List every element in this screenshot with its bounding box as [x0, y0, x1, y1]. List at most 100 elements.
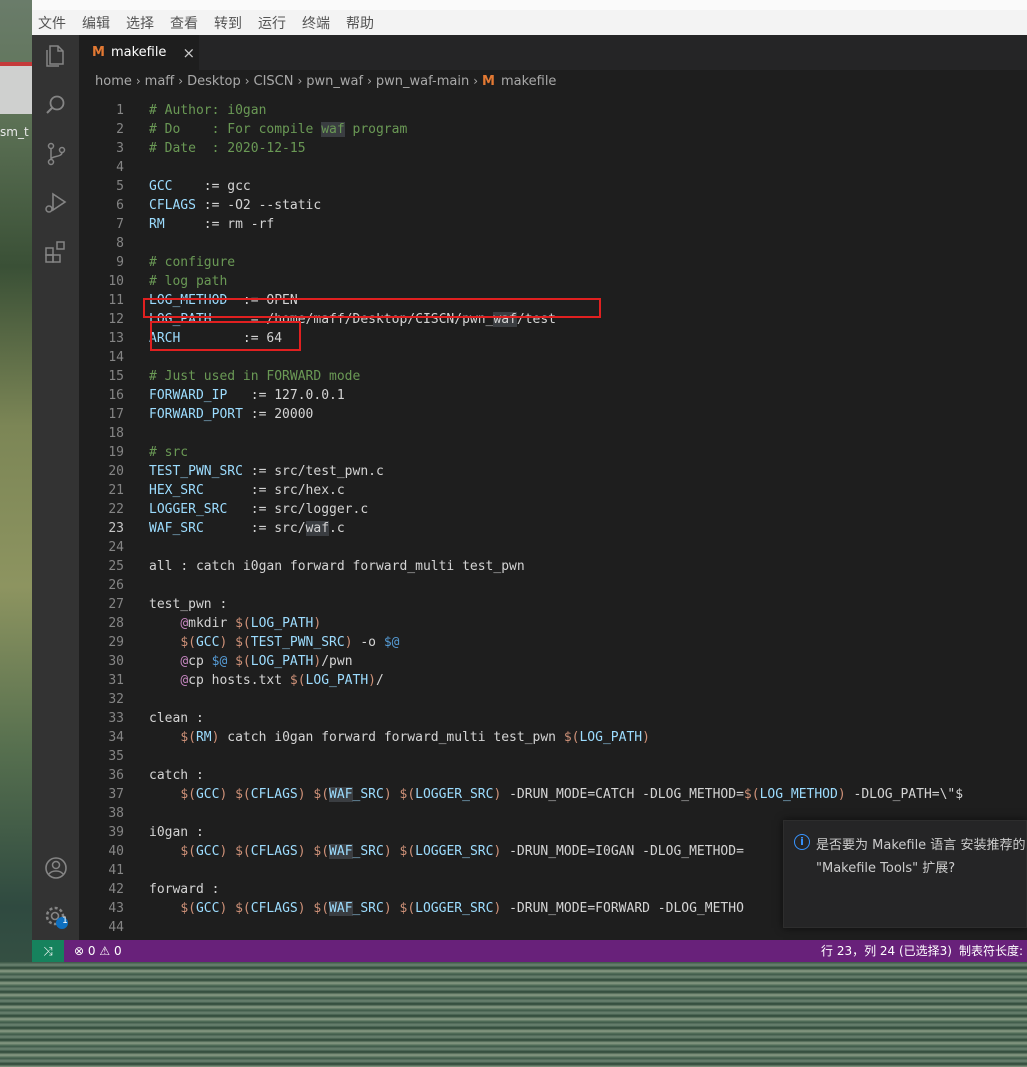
- breadcrumb-item[interactable]: Desktop: [187, 74, 241, 89]
- chevron-right-icon: ›: [473, 74, 478, 88]
- accounts-icon[interactable]: [43, 855, 69, 881]
- code-text: # Just used in FORWARD mode: [149, 369, 361, 384]
- code-line[interactable]: 35: [79, 747, 1027, 766]
- close-icon[interactable]: ×: [182, 44, 195, 62]
- line-number: 38: [108, 806, 124, 821]
- error-icon: ⊗: [74, 944, 85, 958]
- code-text: $(GCC) $(CFLAGS) $(WAF_SRC) $(LOGGER_SRC…: [180, 787, 964, 802]
- source-control-icon[interactable]: [43, 141, 69, 167]
- tab-size-status[interactable]: 制表符长度: 4: [959, 940, 1027, 962]
- line-number: 42: [108, 882, 124, 897]
- code-line[interactable]: 22 LOGGER_SRC := src/logger.c: [79, 500, 1027, 519]
- line-number: 18: [108, 426, 124, 441]
- line-number: 14: [108, 350, 124, 365]
- line-number: 11: [108, 293, 124, 308]
- menu-item-0[interactable]: 文件: [37, 13, 67, 33]
- code-text: WAF_SRC := src/waf.c: [149, 521, 345, 536]
- menu-item-6[interactable]: 终端: [301, 13, 331, 33]
- line-number: 25: [108, 559, 124, 574]
- breadcrumb-item[interactable]: CISCN: [254, 74, 294, 89]
- code-line[interactable]: 5 GCC := gcc: [79, 177, 1027, 196]
- code-line[interactable]: 27 test_pwn :: [79, 595, 1027, 614]
- menu-item-7[interactable]: 帮助: [345, 13, 375, 33]
- line-number: 29: [108, 635, 124, 650]
- code-line[interactable]: 31 @cp hosts.txt $(LOG_PATH)/: [79, 671, 1027, 690]
- code-text: RM := rm -rf: [149, 217, 275, 232]
- line-number: 39: [108, 825, 124, 840]
- code-line[interactable]: 6 CFLAGS := -O2 --static: [79, 196, 1027, 215]
- code-line[interactable]: 10 # log path: [79, 272, 1027, 291]
- code-line[interactable]: 21 HEX_SRC := src/hex.c: [79, 481, 1027, 500]
- code-line[interactable]: 7 RM := rm -rf: [79, 215, 1027, 234]
- code-line[interactable]: 32: [79, 690, 1027, 709]
- code-editor[interactable]: 1 # Author: i0gan 2 # Do : For compile waf …: [79, 92, 1027, 940]
- editor-tab-bar: M makefile ×: [79, 35, 1027, 70]
- code-line[interactable]: 29 $(GCC) $(TEST_PWN_SRC) -o $@: [79, 633, 1027, 652]
- menu-item-2[interactable]: 选择: [125, 13, 155, 33]
- code-line[interactable]: 17 FORWARD_PORT := 20000: [79, 405, 1027, 424]
- makefile-icon: M: [92, 45, 105, 60]
- code-text: all : catch i0gan forward forward_multi …: [149, 559, 525, 574]
- line-number: 16: [108, 388, 124, 403]
- breadcrumb-item[interactable]: home: [95, 74, 132, 89]
- extensions-icon[interactable]: [43, 239, 69, 265]
- code-line[interactable]: 19 # src: [79, 443, 1027, 462]
- code-line[interactable]: 23 WAF_SRC := src/waf.c: [79, 519, 1027, 538]
- code-text: LOGGER_SRC := src/logger.c: [149, 502, 369, 517]
- code-text: # Date : 2020-12-15: [149, 141, 306, 156]
- line-number: 21: [108, 483, 124, 498]
- code-line[interactable]: 34 $(RM) catch i0gan forward forward_mul…: [79, 728, 1027, 747]
- code-line[interactable]: 33 clean :: [79, 709, 1027, 728]
- code-text: # log path: [149, 274, 228, 289]
- breadcrumb-file[interactable]: makefile: [501, 74, 557, 89]
- explorer-files-icon[interactable]: [43, 43, 69, 69]
- code-line[interactable]: 30 @cp $@ $(LOG_PATH)/pwn: [79, 652, 1027, 671]
- menu-item-4[interactable]: 转到: [213, 13, 243, 33]
- extension-recommendation-toast[interactable]: i 是否要为 Makefile 语言 安装推荐的 来 "Makefile Too…: [783, 820, 1027, 928]
- breadcrumb-item[interactable]: pwn_waf-main: [376, 74, 469, 89]
- code-text: CFLAGS := -O2 --static: [149, 198, 322, 213]
- code-line[interactable]: 4: [79, 158, 1027, 177]
- search-icon[interactable]: [43, 92, 69, 118]
- code-line[interactable]: 36 catch :: [79, 766, 1027, 785]
- breadcrumb-item[interactable]: pwn_waf: [306, 74, 363, 89]
- run-debug-icon[interactable]: [43, 190, 69, 216]
- code-line[interactable]: 28 @mkdir $(LOG_PATH): [79, 614, 1027, 633]
- code-line[interactable]: 3 # Date : 2020-12-15: [79, 139, 1027, 158]
- line-number: 34: [108, 730, 124, 745]
- menu-item-5[interactable]: 运行: [257, 13, 287, 33]
- code-line[interactable]: 37 $(GCC) $(CFLAGS) $(WAF_SRC) $(LOGGER_…: [79, 785, 1027, 804]
- code-line[interactable]: 9 # configure: [79, 253, 1027, 272]
- line-number: 36: [108, 768, 124, 783]
- line-number: 2: [116, 122, 124, 137]
- code-line[interactable]: 26: [79, 576, 1027, 595]
- line-number: 24: [108, 540, 124, 555]
- manage-gear-icon[interactable]: 1: [43, 904, 69, 930]
- cursor-position-status[interactable]: 行 23，列 24 (已选择3): [821, 940, 952, 962]
- chevron-right-icon: ›: [178, 74, 184, 88]
- line-number: 1: [116, 103, 124, 118]
- breadcrumb-item[interactable]: maff: [145, 74, 175, 89]
- line-number: 13: [108, 331, 124, 346]
- code-text: forward :: [149, 882, 220, 897]
- code-line[interactable]: 2 # Do : For compile waf program: [79, 120, 1027, 139]
- code-line[interactable]: 8: [79, 234, 1027, 253]
- line-number: 17: [108, 407, 124, 422]
- code-line[interactable]: 1 # Author: i0gan: [79, 101, 1027, 120]
- line-number: 10: [108, 274, 124, 289]
- code-text: $(GCC) $(TEST_PWN_SRC) -o $@: [180, 635, 400, 650]
- code-line[interactable]: 15 # Just used in FORWARD mode: [79, 367, 1027, 386]
- code-line[interactable]: 16 FORWARD_IP := 127.0.0.1: [79, 386, 1027, 405]
- menu-item-3[interactable]: 查看: [169, 13, 199, 33]
- code-line[interactable]: 25 all : catch i0gan forward forward_mult…: [79, 557, 1027, 576]
- error-count: 0: [87, 944, 96, 958]
- code-line[interactable]: 18: [79, 424, 1027, 443]
- tab-makefile[interactable]: M makefile ×: [79, 35, 199, 70]
- code-line[interactable]: 20 TEST_PWN_SRC := src/test_pwn.c: [79, 462, 1027, 481]
- remote-indicator-button[interactable]: ⤨: [32, 940, 64, 962]
- code-text: test_pwn :: [149, 597, 228, 612]
- code-line[interactable]: 24: [79, 538, 1027, 557]
- line-number: 7: [116, 217, 124, 232]
- menu-item-1[interactable]: 编辑: [81, 13, 111, 33]
- problems-status-button[interactable]: ⊗ 0 ⚠ 0: [74, 940, 122, 962]
